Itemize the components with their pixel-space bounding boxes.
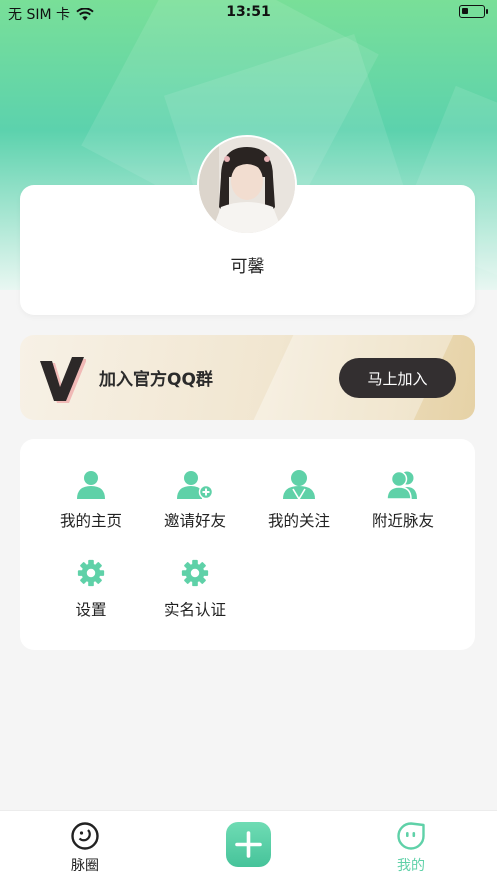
tab-label: 脉圈: [71, 858, 99, 874]
add-post-button[interactable]: [226, 822, 271, 867]
menu-card: 我的主页 邀请好友 我的关注 附近脉友 设置 实名认证: [20, 439, 475, 650]
tab-bar: 脉圈 我的: [0, 810, 497, 883]
avatar-image: [199, 137, 295, 233]
status-time: 13:51: [226, 4, 271, 20]
menu-item-label: 邀请好友: [163, 512, 226, 530]
add-user-icon: [177, 471, 213, 499]
tab-circle[interactable]: 脉圈: [45, 821, 125, 875]
menu-item-label: 设置: [75, 601, 107, 619]
join-now-button[interactable]: 马上加入: [339, 358, 456, 398]
menu-item-invite-friends[interactable]: 邀请好友: [143, 469, 247, 539]
menu-item-label: 我的关注: [267, 512, 330, 530]
menu-item-settings[interactable]: 设置: [39, 558, 143, 628]
username: 可馨: [230, 257, 265, 277]
menu-item-label: 实名认证: [163, 601, 226, 619]
gear-icon: [181, 559, 209, 587]
menu-item-label: 我的主页: [59, 512, 122, 530]
menu-item-label: 附近脉友: [371, 512, 434, 530]
battery-icon: [459, 5, 488, 18]
menu-item-real-name-verification[interactable]: 实名认证: [143, 558, 247, 628]
qq-group-text: 加入官方QQ群: [99, 370, 213, 390]
tab-mine[interactable]: 我的: [371, 821, 451, 875]
status-bar: 无 SIM 卡 13:51: [0, 0, 497, 26]
qq-group-banner[interactable]: 加入官方QQ群 马上加入: [20, 335, 475, 420]
mine-face-icon: [397, 822, 425, 850]
v-logo-icon: [40, 357, 86, 403]
circle-icon: [71, 822, 99, 850]
avatar[interactable]: [197, 135, 297, 235]
gear-icon: [77, 559, 105, 587]
menu-item-nearby-friends[interactable]: 附近脉友: [351, 469, 455, 539]
nearby-friends-icon: [386, 470, 417, 499]
menu-item-my-homepage[interactable]: 我的主页: [39, 469, 143, 539]
tab-label: 我的: [397, 858, 425, 874]
plus-icon: [235, 831, 262, 858]
user-icon: [77, 471, 105, 499]
follow-icon: [283, 470, 315, 499]
menu-item-my-follows[interactable]: 我的关注: [247, 469, 351, 539]
